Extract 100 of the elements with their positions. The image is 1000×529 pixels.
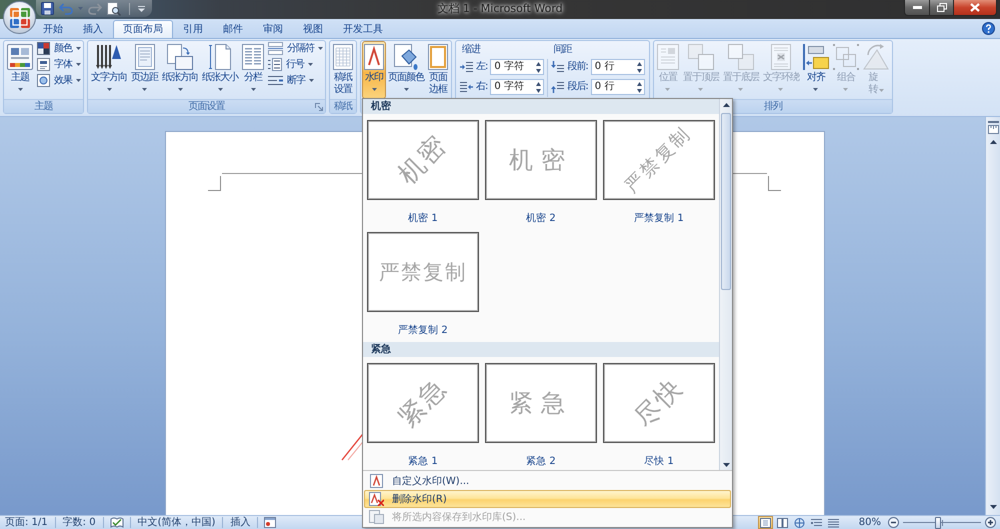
ribbon-button[interactable]: 效果 — [36, 73, 82, 89]
page-border-icon — [428, 44, 448, 70]
ribbon-button[interactable]: 主题 — [5, 41, 35, 99]
page-indicator[interactable]: 页面: 1/1 — [4, 516, 49, 528]
watermark-option[interactable]: 严禁复制 严禁复制 2 — [364, 228, 482, 340]
ribbon-button[interactable]: 水印 — [362, 41, 386, 99]
ribbon-tab[interactable]: 插入 — [73, 20, 113, 38]
ribbon-tab[interactable]: 审阅 — [253, 20, 293, 38]
ribbon-tab[interactable]: 页面布局 — [113, 20, 173, 39]
ribbon-tab[interactable]: 邮件 — [213, 20, 253, 38]
minimize-button[interactable] — [904, 0, 930, 16]
watermark-option[interactable]: 尽快 尽快 1 — [600, 359, 718, 470]
spinner-arrows-icon[interactable] — [636, 62, 642, 72]
ribbon-button[interactable]: 稿纸设置 — [331, 41, 355, 99]
insert-mode-indicator[interactable]: 插入 — [229, 516, 252, 528]
view-button[interactable] — [826, 516, 841, 529]
ribbon-button[interactable]: 对齐 — [800, 41, 831, 99]
gallery-section-heading: 紧急 — [363, 342, 719, 357]
watermark-option[interactable]: 紧急 紧急 1 — [364, 359, 482, 470]
ribbon-button[interactable]: 行号 — [267, 57, 324, 73]
zoom-slider-thumb[interactable] — [935, 516, 942, 528]
spin-field[interactable]: 0 字符 — [490, 59, 544, 75]
ribbon-button[interactable]: 页面颜色 — [386, 41, 426, 99]
rotate-icon — [862, 44, 889, 70]
ribbon-button[interactable]: 分隔符 — [267, 41, 324, 57]
scroll-down-arrow-icon[interactable] — [990, 505, 996, 509]
field-label: 右: — [476, 81, 488, 93]
scroll-down-arrow-icon[interactable] — [722, 463, 730, 467]
record-icon[interactable] — [264, 517, 276, 528]
caret-icon — [813, 88, 818, 91]
close-icon — [970, 3, 980, 12]
group-label: 主题 — [34, 100, 52, 112]
ribbon-button[interactable]: 纸张大小 — [200, 41, 240, 99]
caret-icon — [878, 89, 884, 92]
word-count[interactable]: 字数: 0 — [62, 516, 97, 528]
outline-icon — [810, 518, 822, 528]
position-icon — [656, 44, 679, 70]
caret-icon — [76, 79, 81, 82]
spinner-arrows-icon[interactable] — [636, 82, 642, 92]
grid-paper-icon — [333, 44, 353, 70]
ribbon-tab[interactable]: 开发工具 — [333, 20, 393, 38]
watermark-option[interactable]: 机密 机密 2 — [482, 116, 600, 228]
zoom-level[interactable]: 80% — [858, 517, 881, 528]
watermark-text: 机密 — [394, 131, 452, 189]
ribbon-button[interactable]: 页面边框 — [426, 41, 450, 99]
menu-item[interactable]: 删除水印(R) — [364, 490, 731, 508]
group-label: 页面设置 — [188, 100, 224, 112]
group-label: 排列 — [764, 100, 782, 112]
ribbon-button[interactable]: 字体 — [36, 57, 82, 73]
spinner-arrows-icon[interactable] — [536, 82, 542, 92]
save-icon[interactable] — [41, 2, 54, 15]
watermark-text: 严禁复制 — [379, 262, 467, 282]
ribbon-tab[interactable]: 视图 — [293, 20, 333, 38]
zoom-in-icon[interactable] — [985, 517, 996, 528]
spacing-after-icon — [551, 81, 564, 93]
watermark-option[interactable]: 紧急 紧急 2 — [482, 359, 600, 470]
spinner-arrows-icon[interactable] — [536, 62, 542, 72]
language-indicator[interactable]: 中文(简体，中国) — [136, 516, 216, 528]
print-preview-icon[interactable] — [107, 2, 121, 16]
help-icon[interactable] — [982, 22, 995, 35]
ribbon-button[interactable]: 页边距 — [129, 41, 160, 99]
close-button[interactable] — [954, 0, 997, 16]
remove-watermark-icon — [368, 492, 384, 506]
spin-field[interactable]: 0 行 — [590, 79, 645, 95]
ribbon-tab[interactable]: 引用 — [173, 20, 213, 38]
corner-mark-icon — [208, 176, 221, 191]
menu-item[interactable]: 自定义水印(W)... — [364, 472, 731, 490]
caret-icon — [698, 88, 704, 91]
scroll-up-arrow-icon[interactable] — [990, 140, 996, 144]
view-button[interactable] — [792, 516, 807, 529]
ribbon-button[interactable]: 文字方向 — [89, 41, 129, 99]
section-heading: 间距 — [552, 43, 572, 57]
gallery-section-heading: 机密 — [363, 99, 719, 114]
view-button[interactable] — [808, 516, 824, 529]
scrollbar-thumb[interactable] — [721, 113, 731, 290]
spin-field[interactable]: 0 行 — [590, 59, 645, 75]
watermark-option[interactable]: 机密 机密 1 — [364, 116, 482, 228]
spin-field[interactable]: 0 字符 — [490, 79, 544, 95]
restore-button[interactable] — [930, 0, 954, 16]
scroll-up-arrow-icon[interactable] — [722, 103, 730, 107]
caret-icon — [308, 63, 313, 66]
watermark-option[interactable]: 严禁复制 严禁复制 1 — [600, 116, 718, 228]
ruler-icon[interactable] — [988, 121, 998, 134]
caret-icon — [309, 79, 314, 82]
page-color-icon — [394, 44, 418, 70]
caret-icon — [76, 47, 81, 50]
ribbon-button[interactable]: 颜色 — [36, 41, 82, 57]
view-button[interactable] — [774, 516, 790, 529]
view-button[interactable] — [758, 516, 773, 529]
ribbon-button[interactable]: 断字 — [267, 73, 324, 89]
book-check-icon[interactable] — [110, 517, 124, 528]
zoom-out-icon[interactable] — [888, 517, 899, 528]
customize-toolbar-icon[interactable] — [138, 6, 145, 12]
columns-icon — [242, 44, 264, 70]
dialog-launcher-icon[interactable] — [315, 102, 323, 110]
caret-icon — [843, 88, 848, 91]
ribbon-button[interactable]: 纸张方向 — [160, 41, 200, 99]
ribbon-button[interactable]: 分栏 — [240, 41, 266, 99]
ribbon-tab[interactable]: 开始 — [33, 20, 73, 38]
field-label: 段前: — [567, 61, 588, 73]
